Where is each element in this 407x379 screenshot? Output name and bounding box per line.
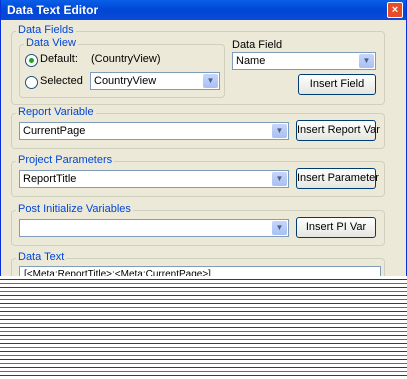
data-field-dropdown[interactable]: Name ▼ (232, 52, 376, 70)
default-radio-label[interactable]: Default: (40, 53, 78, 65)
chevron-down-icon[interactable]: ▼ (272, 221, 287, 235)
default-radio[interactable] (25, 54, 38, 67)
data-view-group: Data View Default: (CountryView) Selecte… (19, 37, 225, 98)
chevron-down-icon[interactable]: ▼ (359, 54, 374, 68)
report-variable-legend: Report Variable (16, 106, 96, 118)
data-fields-group: Data Fields Data View Default: (CountryV… (11, 24, 385, 105)
post-initialize-group: Post Initialize Variables ▼ Insert PI Va… (11, 203, 385, 246)
selected-data-view-value: CountryView (94, 75, 157, 87)
insert-pi-var-button[interactable]: Insert PI Var (296, 217, 376, 238)
scanline-artifact (0, 276, 407, 379)
data-view-legend: Data View (24, 37, 78, 49)
selected-radio-label[interactable]: Selected (40, 75, 83, 87)
data-text-legend: Data Text (16, 251, 67, 263)
data-field-label: Data Field (232, 39, 283, 51)
chevron-down-icon[interactable]: ▼ (272, 124, 287, 138)
chevron-down-icon[interactable]: ▼ (203, 74, 218, 88)
report-variable-dropdown[interactable]: CurrentPage ▼ (19, 122, 289, 140)
project-parameters-group: Project Parameters ReportTitle ▼ Insert … (11, 154, 385, 197)
report-variable-value: CurrentPage (23, 125, 86, 137)
title-bar: Data Text Editor × (1, 0, 406, 20)
close-button[interactable]: × (387, 2, 403, 18)
post-initialize-legend: Post Initialize Variables (16, 203, 133, 215)
default-data-view-value: (CountryView) (91, 53, 161, 65)
data-field-value: Name (236, 55, 266, 67)
selected-radio[interactable] (25, 76, 38, 89)
project-parameters-dropdown[interactable]: ReportTitle ▼ (19, 170, 289, 188)
insert-report-var-button[interactable]: Insert Report Var (296, 120, 380, 141)
insert-parameter-button[interactable]: Insert Parameter (296, 168, 379, 189)
chevron-down-icon[interactable]: ▼ (272, 172, 287, 186)
project-parameters-legend: Project Parameters (16, 154, 115, 166)
post-initialize-dropdown[interactable]: ▼ (19, 219, 289, 237)
project-parameter-value: ReportTitle (23, 173, 77, 185)
window-title: Data Text Editor (7, 3, 99, 17)
data-fields-legend: Data Fields (16, 24, 76, 36)
report-variable-group: Report Variable CurrentPage ▼ Insert Rep… (11, 106, 385, 149)
insert-field-button[interactable]: Insert Field (298, 74, 376, 95)
selected-data-view-dropdown[interactable]: CountryView ▼ (90, 72, 220, 90)
